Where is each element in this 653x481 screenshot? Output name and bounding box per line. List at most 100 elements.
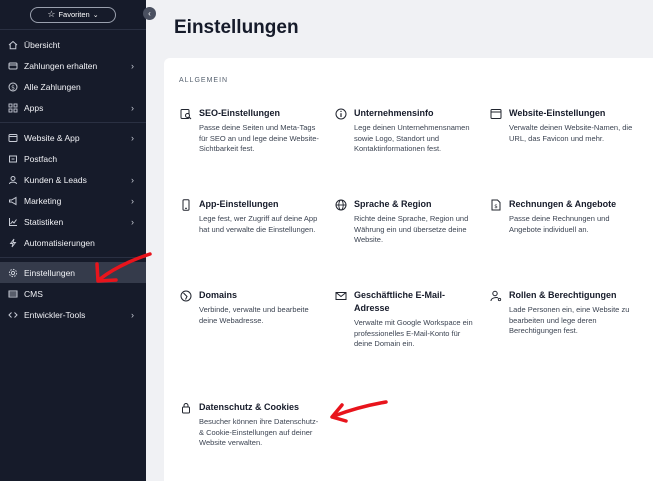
sidebar-item-apps[interactable]: Apps › [0, 97, 146, 118]
tile-description: Verbinde, verwalte und bearbeite deine W… [199, 305, 309, 325]
tile-title: Website-Einstellungen [509, 108, 606, 118]
contacts-icon [8, 175, 18, 185]
sidebar-item-label: Marketing [24, 195, 62, 206]
nav-group-settings: Einstellungen CMS Entwickler-Tools › [0, 257, 146, 329]
tile-sprache-region[interactable]: Sprache & Region Richte deine Sprache, R… [335, 198, 480, 246]
section-label: ALLGEMEIN [179, 77, 229, 84]
tile-website-einstellungen[interactable]: Website-Einstellungen Verwalte deinen We… [490, 107, 635, 144]
sidebar-item-cms[interactable]: CMS [0, 283, 146, 304]
chevron-right-icon: › [131, 174, 134, 185]
sidebar-item-label: Entwickler-Tools [24, 309, 86, 320]
tile-description: Lege fest, wer Zugriff auf deine App hat… [199, 214, 318, 234]
chevron-right-icon: › [131, 309, 134, 320]
tile-rollen-berechtigungen[interactable]: Rollen & Berechtigungen Lade Personen ei… [490, 289, 635, 337]
settings-card: ALLGEMEIN SEO-Einstellungen Passe deine … [164, 58, 653, 481]
tile-description: Passe deine Rechnungen und Angebote indi… [509, 214, 610, 234]
code-icon [8, 310, 18, 320]
megaphone-icon [8, 196, 18, 206]
tile-description: Lege deinen Unternehmensnamen sowie Logo… [354, 123, 470, 153]
tile-description: Besucher können ihre Datenschutz- & Cook… [199, 417, 319, 447]
sidebar-item-alle-zahlungen[interactable]: $ Alle Zahlungen [0, 76, 146, 97]
tile-description: Lade Personen ein, eine Website zu bearb… [509, 305, 630, 335]
page-title: Einstellungen [174, 17, 299, 38]
home-icon [8, 40, 18, 50]
sidebar-item-label: Postfach [24, 153, 58, 164]
person-key-icon [490, 290, 502, 302]
tile-description: Verwalte mit Google Workspace ein profes… [354, 318, 473, 348]
svg-text:$: $ [11, 84, 15, 91]
mail-icon [335, 290, 347, 302]
tile-title: App-Einstellungen [199, 199, 279, 209]
tile-datenschutz-cookies[interactable]: Datenschutz & Cookies Besucher können ih… [180, 401, 325, 449]
lock-icon [180, 402, 192, 414]
mobile-icon [180, 199, 192, 211]
chevron-right-icon: › [131, 60, 134, 71]
tile-description: Verwalte deinen Website-Namen, die URL, … [509, 123, 633, 143]
sidebar-item-label: Zahlungen erhalten [24, 60, 98, 71]
sidebar-item-automatisierungen[interactable]: Automatisierungen [0, 232, 146, 253]
tile-title: Rechnungen & Angebote [509, 199, 617, 209]
tile-title: Datenschutz & Cookies [199, 402, 300, 412]
sidebar-item-label: Alle Zahlungen [24, 81, 81, 92]
favorites-label: Favoriten [58, 10, 90, 19]
tile-title: Sprache & Region [354, 199, 432, 209]
chart-icon [8, 217, 18, 227]
chevron-right-icon: › [131, 132, 134, 143]
sidebar-item-label: Automatisierungen [24, 237, 95, 248]
tile-title: Geschäftliche E-Mail-Adresse [354, 290, 446, 313]
sidebar-item-label: Kunden & Leads [24, 174, 87, 185]
tile-title: Domains [199, 290, 238, 300]
tile-app-einstellungen[interactable]: App-Einstellungen Lege fest, wer Zugriff… [180, 198, 325, 235]
tile-geschaeftliche-email[interactable]: Geschäftliche E-Mail-Adresse Verwalte mi… [335, 289, 480, 350]
collapse-sidebar-button[interactable]: ‹ [143, 7, 156, 20]
sidebar-item-zahlungen-erhalten[interactable]: Zahlungen erhalten › [0, 55, 146, 76]
sidebar-item-postfach[interactable]: Postfach [0, 148, 146, 169]
favorites-bar: ☆ Favoriten ⌄ [0, 0, 146, 30]
tile-description: Richte deine Sprache, Region und Währung… [354, 214, 469, 244]
tile-rechnungen-angebote[interactable]: $ Rechnungen & Angebote Passe deine Rech… [490, 198, 635, 235]
tile-title: Unternehmensinfo [354, 108, 434, 118]
sidebar-item-label: Übersicht [24, 39, 60, 50]
dollar-icon: $ [8, 82, 18, 92]
automation-icon [8, 238, 18, 248]
star-icon: ☆ [47, 9, 56, 19]
browser-icon [8, 133, 18, 143]
gear-icon [8, 268, 18, 278]
chevron-right-icon: › [131, 195, 134, 206]
chevron-right-icon: › [131, 102, 134, 113]
nav-group-business: Website & App › Postfach Kunden & Leads … [0, 122, 146, 257]
sidebar-item-uebersicht[interactable]: Übersicht [0, 34, 146, 55]
tile-domains[interactable]: Domains Verbinde, verwalte und bearbeite… [180, 289, 325, 326]
document-dollar-icon: $ [490, 199, 502, 211]
domain-icon [180, 290, 192, 302]
main-content: Einstellungen ALLGEMEIN SEO-Einstellunge… [146, 0, 653, 481]
chevron-down-icon: ⌄ [92, 11, 99, 19]
favorites-button[interactable]: ☆ Favoriten ⌄ [30, 6, 116, 23]
sidebar-item-statistiken[interactable]: Statistiken › [0, 211, 146, 232]
sidebar-item-website-app[interactable]: Website & App › [0, 127, 146, 148]
sidebar: ☆ Favoriten ⌄ Übersicht Zahlungen erhalt… [0, 0, 146, 481]
nav-group-main: Übersicht Zahlungen erhalten › $ Alle Za… [0, 30, 146, 122]
info-icon [335, 108, 347, 120]
globe-icon [335, 199, 347, 211]
tile-title: Rollen & Berechtigungen [509, 290, 617, 300]
window-icon [490, 108, 502, 120]
tile-unternehmensinfo[interactable]: Unternehmensinfo Lege deinen Unternehmen… [335, 107, 480, 155]
database-icon [8, 289, 18, 299]
sidebar-item-entwickler-tools[interactable]: Entwickler-Tools › [0, 304, 146, 325]
sidebar-item-label: Statistiken [24, 216, 64, 227]
payment-icon [8, 61, 18, 71]
apps-icon [8, 103, 18, 113]
sidebar-item-kunden-leads[interactable]: Kunden & Leads › [0, 169, 146, 190]
tile-title: SEO-Einstellungen [199, 108, 281, 118]
chevron-left-icon: ‹ [148, 9, 151, 18]
sidebar-item-label: CMS [24, 288, 43, 299]
sidebar-item-einstellungen[interactable]: Einstellungen [0, 262, 146, 283]
seo-search-icon [180, 108, 192, 120]
inbox-icon [8, 154, 18, 164]
sidebar-item-label: Website & App [24, 132, 80, 143]
sidebar-item-label: Einstellungen [24, 267, 76, 278]
tile-seo-einstellungen[interactable]: SEO-Einstellungen Passe deine Seiten und… [180, 107, 325, 155]
sidebar-item-marketing[interactable]: Marketing › [0, 190, 146, 211]
svg-text:$: $ [494, 204, 498, 210]
